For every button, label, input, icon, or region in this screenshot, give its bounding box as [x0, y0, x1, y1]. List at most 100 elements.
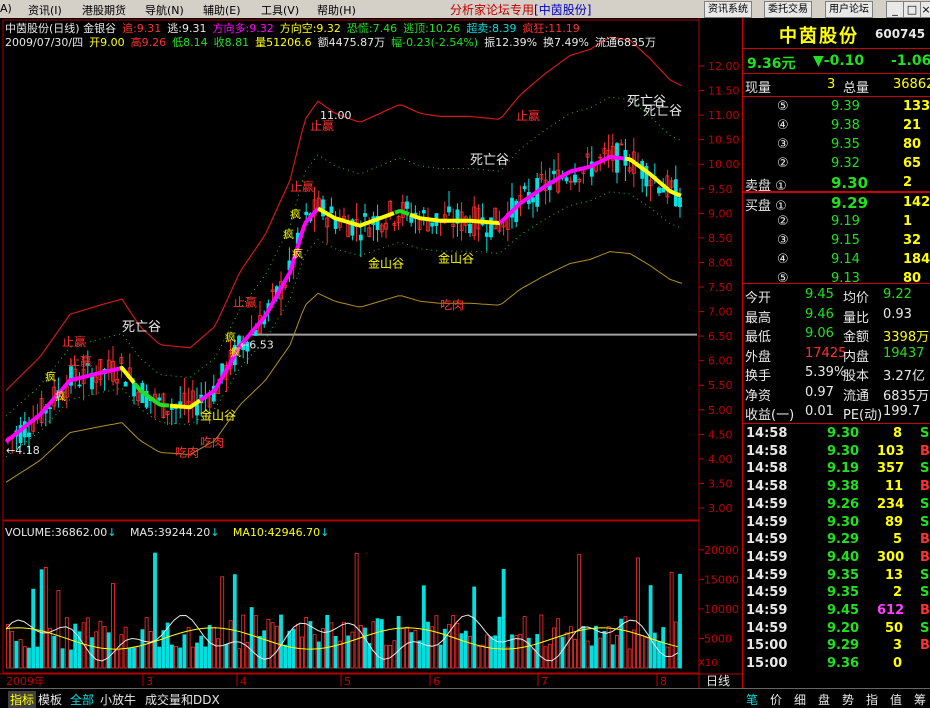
ma5-arrow-icon: ↓ — [210, 526, 219, 539]
stat-row: 最低 9.06 金额 3398万 — [743, 325, 930, 345]
stock-code: 600745 — [875, 27, 926, 41]
price-change: ▼-0.10 — [813, 53, 865, 69]
right-tab[interactable]: 笔 — [746, 691, 758, 708]
info-system-button[interactable]: 资讯系统 — [704, 1, 752, 18]
month-label: 8 — [660, 675, 667, 688]
tab-volume-ddx[interactable]: 成交量和DDX — [145, 691, 220, 708]
price-axis-label: 9.50 — [708, 183, 733, 196]
header1-item-1: 追:9.31 — [122, 21, 161, 35]
tick-volume: 300 — [877, 549, 905, 565]
period-label[interactable]: 日线 — [706, 674, 730, 688]
volume-bar — [657, 641, 661, 669]
ask-volume: 65 — [903, 156, 922, 171]
death-valley-label: 死亡谷 — [122, 320, 161, 335]
price-axis-label: 11.00 — [708, 109, 740, 122]
header2-item-5: 量51206.6 — [255, 36, 312, 49]
bid-volume: 184 — [903, 252, 930, 267]
right-tab[interactable]: 盘 — [818, 691, 830, 708]
volume-bar — [375, 618, 380, 669]
right-tab[interactable]: 势 — [842, 691, 854, 708]
tick-volume: 357 — [877, 461, 905, 477]
volume-bar — [73, 623, 78, 669]
death-valley-label: 死亡谷 — [470, 153, 509, 168]
tick-price: 9.30 — [827, 426, 860, 441]
right-tab[interactable]: 指 — [866, 691, 878, 708]
tick-volume: 13 — [885, 567, 904, 583]
menu-item-tools[interactable]: 工具(V) — [261, 2, 299, 18]
volume-bar — [157, 646, 162, 669]
price-axis-label: 3.50 — [708, 477, 733, 490]
volume-bar — [501, 569, 506, 669]
menu-item-navigate[interactable]: 导航(N) — [145, 2, 184, 18]
trade-button[interactable]: 委托交易 — [764, 1, 812, 18]
tick-volume: 8 — [893, 426, 903, 441]
tick-price: 9.36 — [827, 656, 860, 672]
tab-all[interactable]: 全部 — [70, 691, 94, 708]
stat-label: 收益(一) — [745, 408, 795, 423]
tab-template[interactable]: 模板 — [38, 691, 62, 708]
stop-gain-label: 止赢 — [310, 118, 334, 133]
menu-item-a[interactable]: A) — [0, 2, 12, 15]
volume-bar — [325, 614, 330, 669]
right-tab[interactable]: 筹 — [914, 691, 926, 708]
ma10-arrow-icon: ↓ — [320, 526, 329, 539]
price-axis-label: 7.50 — [708, 281, 733, 294]
maximize-button[interactable]: □ — [903, 1, 921, 18]
tab-xiaofangniu[interactable]: 小放牛 — [100, 691, 136, 708]
volume-bar — [409, 632, 414, 669]
total-volume: 36862 — [893, 77, 930, 92]
volume-bar — [140, 629, 145, 669]
minimize-button[interactable]: _ — [886, 1, 904, 18]
right-tab[interactable]: 值 — [890, 691, 902, 708]
stat-label: 内盘 — [843, 349, 870, 365]
volume-bar — [90, 637, 94, 669]
gold-valley-label: 金山谷 — [200, 408, 236, 423]
right-tab[interactable]: 价 — [770, 691, 782, 708]
volume-bar — [35, 646, 40, 669]
tick-volume: 0 — [893, 656, 903, 672]
candle-body — [333, 219, 338, 229]
tab-indicator[interactable]: 指标 — [8, 691, 37, 708]
volume-bar — [459, 633, 464, 669]
user-forum-button[interactable]: 用户论坛 — [825, 1, 873, 18]
stat-value: 199.7 — [883, 404, 921, 419]
stop-gain-label: 止赢 — [68, 354, 92, 369]
menu-item-assist[interactable]: 辅助(E) — [203, 2, 241, 18]
last-price: 9.36元 — [747, 56, 796, 72]
price-axis-label: 8.50 — [708, 232, 733, 245]
menu-item-info[interactable]: 资讯(I) — [28, 2, 62, 18]
tick-row: 14:58 9.19 357 S — [743, 461, 930, 478]
tick-time: 14:59 — [746, 514, 788, 530]
price-axis-label: 4.00 — [708, 453, 733, 466]
tick-side: S — [920, 426, 930, 441]
candle-body — [552, 170, 556, 175]
volume-axis-label: 20000 — [704, 544, 739, 557]
tick-price: 9.29 — [827, 532, 860, 548]
volume-bar — [291, 628, 296, 669]
candle-body — [304, 211, 309, 216]
eat-meat-label: 吃肉 — [440, 298, 464, 312]
kline-chart[interactable]: ←4.1811.00←6.53死亡谷死亡谷死亡谷死亡谷金山谷金山谷 金山谷吃肉吃肉… — [0, 18, 742, 688]
candle-body — [661, 187, 666, 193]
crazy-label: 疯 — [55, 389, 66, 403]
menu-item-hk-futures[interactable]: 港股期货 — [82, 2, 126, 18]
volume-bar — [27, 647, 31, 669]
volume-bar — [438, 644, 443, 669]
bid-price: 9.15 — [831, 233, 860, 248]
tick-volume: 103 — [877, 443, 905, 459]
volume-bar — [594, 625, 598, 669]
candle-body — [421, 210, 426, 214]
bid-row: ② 9.19 1 — [743, 213, 930, 233]
stat-value: 3.27亿 — [883, 369, 925, 384]
close-button[interactable]: × — [920, 1, 930, 18]
tick-volume: 3 — [893, 638, 903, 654]
stop-gain-label: 止赢 — [290, 179, 314, 194]
tick-side: B — [920, 549, 930, 565]
trend-midline — [394, 209, 410, 217]
right-tab[interactable]: 细 — [794, 691, 806, 708]
tick-row: 14:59 9.20 50 S — [743, 621, 930, 638]
tick-time: 15:00 — [746, 656, 788, 672]
menu-item-help[interactable]: 帮助(H) — [317, 2, 356, 18]
stat-label: 量比 — [843, 310, 870, 326]
bid-label: ② — [777, 214, 789, 229]
